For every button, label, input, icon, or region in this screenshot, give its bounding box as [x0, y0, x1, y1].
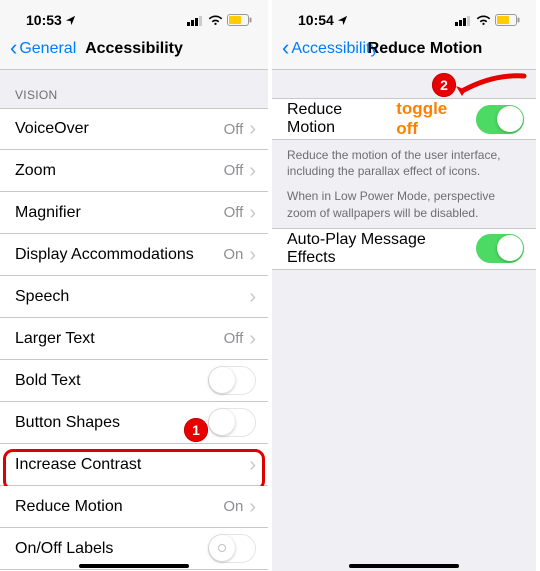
chevron-left-icon: ‹: [282, 37, 289, 59]
row-label: Increase Contrast: [15, 456, 249, 474]
wifi-icon: [208, 15, 223, 26]
back-button[interactable]: ‹ Accessibility: [282, 39, 378, 59]
row-label: Zoom: [15, 162, 224, 180]
back-label: Accessibility: [291, 40, 378, 58]
toggle-button-shapes[interactable]: [208, 408, 256, 437]
annotation-arrow-icon: [454, 72, 532, 98]
annotation-badge-2: 2: [432, 73, 456, 97]
toggle-onoff-labels[interactable]: [208, 534, 256, 563]
phone-left: 10:53 ‹ General Accessibility VISION Vo: [0, 0, 268, 571]
row-bold-text[interactable]: Bold Text: [0, 360, 268, 402]
back-label: General: [19, 40, 76, 58]
battery-icon: [495, 14, 520, 26]
chevron-right-icon: ›: [249, 329, 256, 349]
chevron-right-icon: ›: [249, 119, 256, 139]
chevron-right-icon: ›: [249, 455, 256, 475]
row-label: Larger Text: [15, 330, 224, 348]
settings-list[interactable]: VISION VoiceOver Off › Zoom Off › Magnif…: [0, 70, 268, 571]
annotation-badge-1: 1: [184, 418, 208, 442]
row-reduce-motion[interactable]: Reduce Motion On ›: [0, 486, 268, 528]
status-bar: 10:54: [272, 0, 536, 34]
home-indicator[interactable]: [79, 564, 189, 568]
row-label: Reduce Motion: [287, 101, 392, 137]
row-label: Bold Text: [15, 372, 208, 390]
status-time: 10:53: [26, 12, 62, 28]
row-value: Off: [224, 121, 244, 138]
footer-text: Reduce the motion of the user interface,…: [272, 140, 536, 186]
section-header-vision: VISION: [0, 70, 268, 108]
row-speech[interactable]: Speech ›: [0, 276, 268, 318]
row-value: Off: [224, 204, 244, 221]
wifi-icon: [476, 15, 491, 26]
annotation-text: toggle off: [396, 99, 472, 139]
row-larger-text[interactable]: Larger Text Off ›: [0, 318, 268, 360]
cellular-icon: [455, 15, 472, 26]
nav-bar: ‹ General Accessibility: [0, 34, 268, 70]
chevron-right-icon: ›: [249, 161, 256, 181]
toggle-reduce-motion[interactable]: [476, 105, 524, 134]
row-label: Speech: [15, 288, 249, 306]
row-label: Display Accommodations: [15, 246, 223, 264]
settings-list[interactable]: Reduce Motion toggle off Reduce the moti…: [272, 70, 536, 571]
row-value: On: [223, 498, 243, 515]
chevron-right-icon: ›: [249, 245, 256, 265]
row-value: Off: [224, 330, 244, 347]
row-label: On/Off Labels: [15, 540, 208, 558]
row-reduce-motion[interactable]: Reduce Motion toggle off: [272, 98, 536, 140]
row-magnifier[interactable]: Magnifier Off ›: [0, 192, 268, 234]
row-increase-contrast[interactable]: Increase Contrast ›: [0, 444, 268, 486]
row-value: On: [223, 246, 243, 263]
chevron-left-icon: ‹: [10, 37, 17, 59]
row-label: Auto-Play Message Effects: [287, 231, 476, 267]
home-indicator[interactable]: [349, 564, 459, 568]
footer-text: When in Low Power Mode, perspective zoom…: [272, 186, 536, 227]
row-label: Magnifier: [15, 204, 224, 222]
row-button-shapes[interactable]: Button Shapes: [0, 402, 268, 444]
row-label: Button Shapes: [15, 414, 208, 432]
row-value: Off: [224, 162, 244, 179]
location-icon: [337, 15, 348, 26]
chevron-right-icon: ›: [249, 287, 256, 307]
chevron-right-icon: ›: [249, 497, 256, 517]
row-voiceover[interactable]: VoiceOver Off ›: [0, 108, 268, 150]
row-zoom[interactable]: Zoom Off ›: [0, 150, 268, 192]
status-time: 10:54: [298, 12, 334, 28]
nav-bar: ‹ Accessibility Reduce Motion: [272, 34, 536, 70]
toggle-bold-text[interactable]: [208, 366, 256, 395]
battery-icon: [227, 14, 252, 26]
location-icon: [65, 15, 76, 26]
row-label: VoiceOver: [15, 120, 224, 138]
toggle-autoplay[interactable]: [476, 234, 524, 263]
back-button[interactable]: ‹ General: [10, 39, 76, 59]
cellular-icon: [187, 15, 204, 26]
row-display-accommodations[interactable]: Display Accommodations On ›: [0, 234, 268, 276]
phone-right: 10:54 ‹ Accessibility Reduce Motion Red: [268, 0, 536, 571]
chevron-right-icon: ›: [249, 203, 256, 223]
row-label: Reduce Motion: [15, 498, 223, 516]
status-bar: 10:53: [0, 0, 268, 34]
row-autoplay-message-effects[interactable]: Auto-Play Message Effects: [272, 228, 536, 270]
